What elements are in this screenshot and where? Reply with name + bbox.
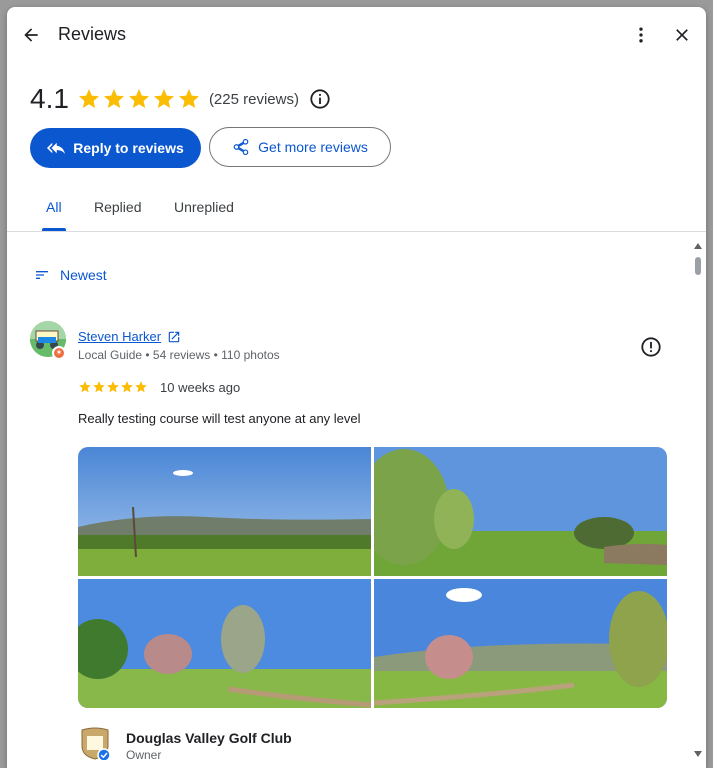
reply-to-reviews-button[interactable]: Reply to reviews	[30, 128, 201, 168]
reviews-dialog: Reviews 4.1 (225 reviews) Reply to revie…	[7, 7, 706, 768]
reviewer-name-link[interactable]: Steven Harker	[78, 329, 181, 344]
share-icon	[233, 138, 249, 156]
close-icon	[676, 29, 688, 41]
review-time: 10 weeks ago	[160, 380, 241, 395]
review-count: (225 reviews)	[208, 90, 299, 108]
active-tab-indicator	[42, 228, 66, 231]
sort-icon	[36, 271, 48, 279]
tab-all[interactable]: All	[46, 199, 62, 215]
scroll-thumb[interactable]	[695, 257, 701, 275]
average-rating: 4.1	[30, 83, 69, 114]
sort-label: Newest	[60, 267, 107, 283]
open-in-new-icon	[168, 331, 180, 342]
reviewer-meta: Local Guide • 54 reviews • 110 photos	[78, 348, 280, 362]
review-photo[interactable]	[374, 447, 667, 576]
review-photo[interactable]	[78, 447, 371, 576]
star-icon	[128, 89, 149, 108]
reviewer-name: Steven Harker	[78, 329, 162, 344]
reviews-list[interactable]: Newest ✶ Steven Harker Local Guide • 54 …	[7, 233, 706, 768]
scroll-up-icon[interactable]	[694, 243, 702, 249]
sort-button[interactable]: Newest	[34, 267, 107, 283]
star-rating	[77, 87, 201, 111]
star-icon	[79, 381, 91, 393]
dialog-title: Reviews	[58, 24, 127, 44]
star-icon	[178, 89, 199, 108]
star-icon	[93, 381, 105, 393]
review-photo-grid	[78, 447, 667, 708]
more-options-button[interactable]	[625, 19, 657, 51]
scrollbar[interactable]	[692, 233, 704, 768]
star-icon	[107, 381, 119, 393]
tab-unreplied[interactable]: Unreplied	[174, 199, 234, 215]
back-button[interactable]	[15, 19, 47, 51]
owner-role: Owner	[126, 748, 162, 762]
star-icon	[153, 89, 174, 108]
reply-to-reviews-label: Reply to reviews	[73, 140, 184, 156]
review-photo[interactable]	[78, 579, 371, 708]
get-more-reviews-button[interactable]: Get more reviews	[209, 127, 391, 167]
star-icon	[135, 381, 147, 393]
review-star-rating	[78, 380, 148, 394]
owner-logo-icon	[81, 727, 110, 760]
tab-replied[interactable]: Replied	[94, 199, 141, 215]
get-more-reviews-label: Get more reviews	[258, 139, 368, 155]
report-icon	[641, 337, 661, 357]
info-icon[interactable]	[309, 88, 331, 110]
reply-all-icon	[47, 142, 66, 154]
close-button[interactable]	[666, 19, 698, 51]
local-guide-badge-icon: ✶	[52, 346, 66, 360]
review-photo[interactable]	[374, 579, 667, 708]
star-icon	[78, 89, 99, 108]
dialog-header: Reviews	[7, 7, 706, 63]
rating-summary: 4.1 (225 reviews)	[30, 83, 331, 115]
more-vert-icon	[639, 27, 643, 43]
review-text: Really testing course will test anyone a…	[78, 411, 361, 426]
review-tabs: All Replied Unreplied	[7, 187, 706, 232]
star-icon	[121, 381, 133, 393]
report-review-button[interactable]	[635, 331, 667, 363]
star-icon	[103, 89, 124, 108]
scroll-down-icon[interactable]	[694, 751, 702, 757]
owner-name: Douglas Valley Golf Club	[126, 730, 292, 746]
arrow-back-icon	[24, 28, 38, 42]
